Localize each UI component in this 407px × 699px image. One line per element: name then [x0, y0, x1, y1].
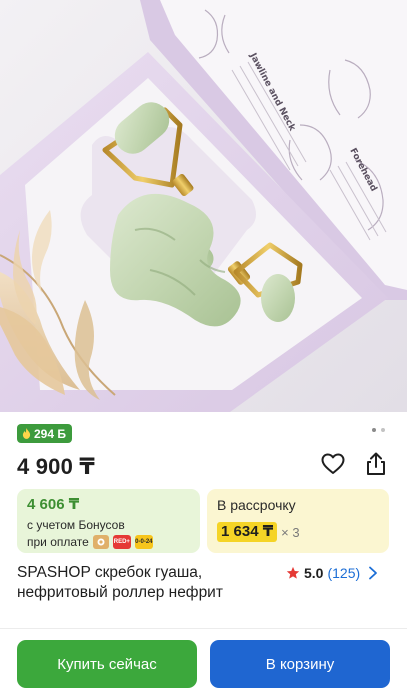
red-plus-icon: RED+ [112, 535, 131, 549]
product-title: SPASHOP скребок гуаша, нефритовый роллер… [17, 564, 223, 601]
installment-multiplier: × 3 [281, 524, 300, 540]
bonus-price: 4 606 ₸ [27, 496, 80, 513]
star-icon [286, 566, 300, 579]
heart-icon [321, 453, 345, 474]
share-icon [367, 452, 385, 475]
bonus-badge-value: 294 Б [34, 426, 66, 441]
review-count[interactable]: (125) [327, 565, 360, 581]
bonus-price-card[interactable]: 4 606 ₸ с учетом Бонусов при оплате RED+… [17, 489, 200, 553]
gallery-dot[interactable] [372, 428, 376, 432]
installment-card[interactable]: В рассрочку 1 634 ₸ × 3 [207, 489, 389, 553]
kaspi-icon [92, 535, 109, 549]
payment-methods: при оплате RED+ 0-0-24 [27, 534, 190, 550]
bottom-action-bar: Купить сейчас В корзину [0, 628, 407, 699]
gallery-dots[interactable] [372, 428, 385, 432]
chevron-right-icon [369, 566, 378, 580]
share-button[interactable] [364, 452, 388, 476]
rating-score: 5.0 [304, 565, 324, 581]
installment-label: В рассрочку [217, 497, 296, 513]
rating-link[interactable]: 5.0 (125) [286, 565, 378, 581]
buy-now-button[interactable]: Купить сейчас [17, 640, 197, 688]
product-image[interactable]: Jawline and Neck Forehead [0, 0, 407, 412]
bonus-row: 294 Б [0, 412, 407, 452]
product-price: 4 900 ₸ [17, 454, 95, 479]
favorite-button[interactable] [321, 452, 345, 476]
bonus-badge: 294 Б [17, 424, 72, 443]
gallery-dot[interactable] [381, 428, 385, 432]
flame-icon [22, 428, 31, 439]
add-to-cart-button[interactable]: В корзину [210, 640, 390, 688]
installment-amount: 1 634 ₸ [217, 522, 278, 542]
pay-label: при оплате [27, 535, 89, 549]
bonus-note: с учетом Бонусов [27, 518, 125, 532]
0-0-24-icon: 0-0-24 [134, 535, 153, 549]
